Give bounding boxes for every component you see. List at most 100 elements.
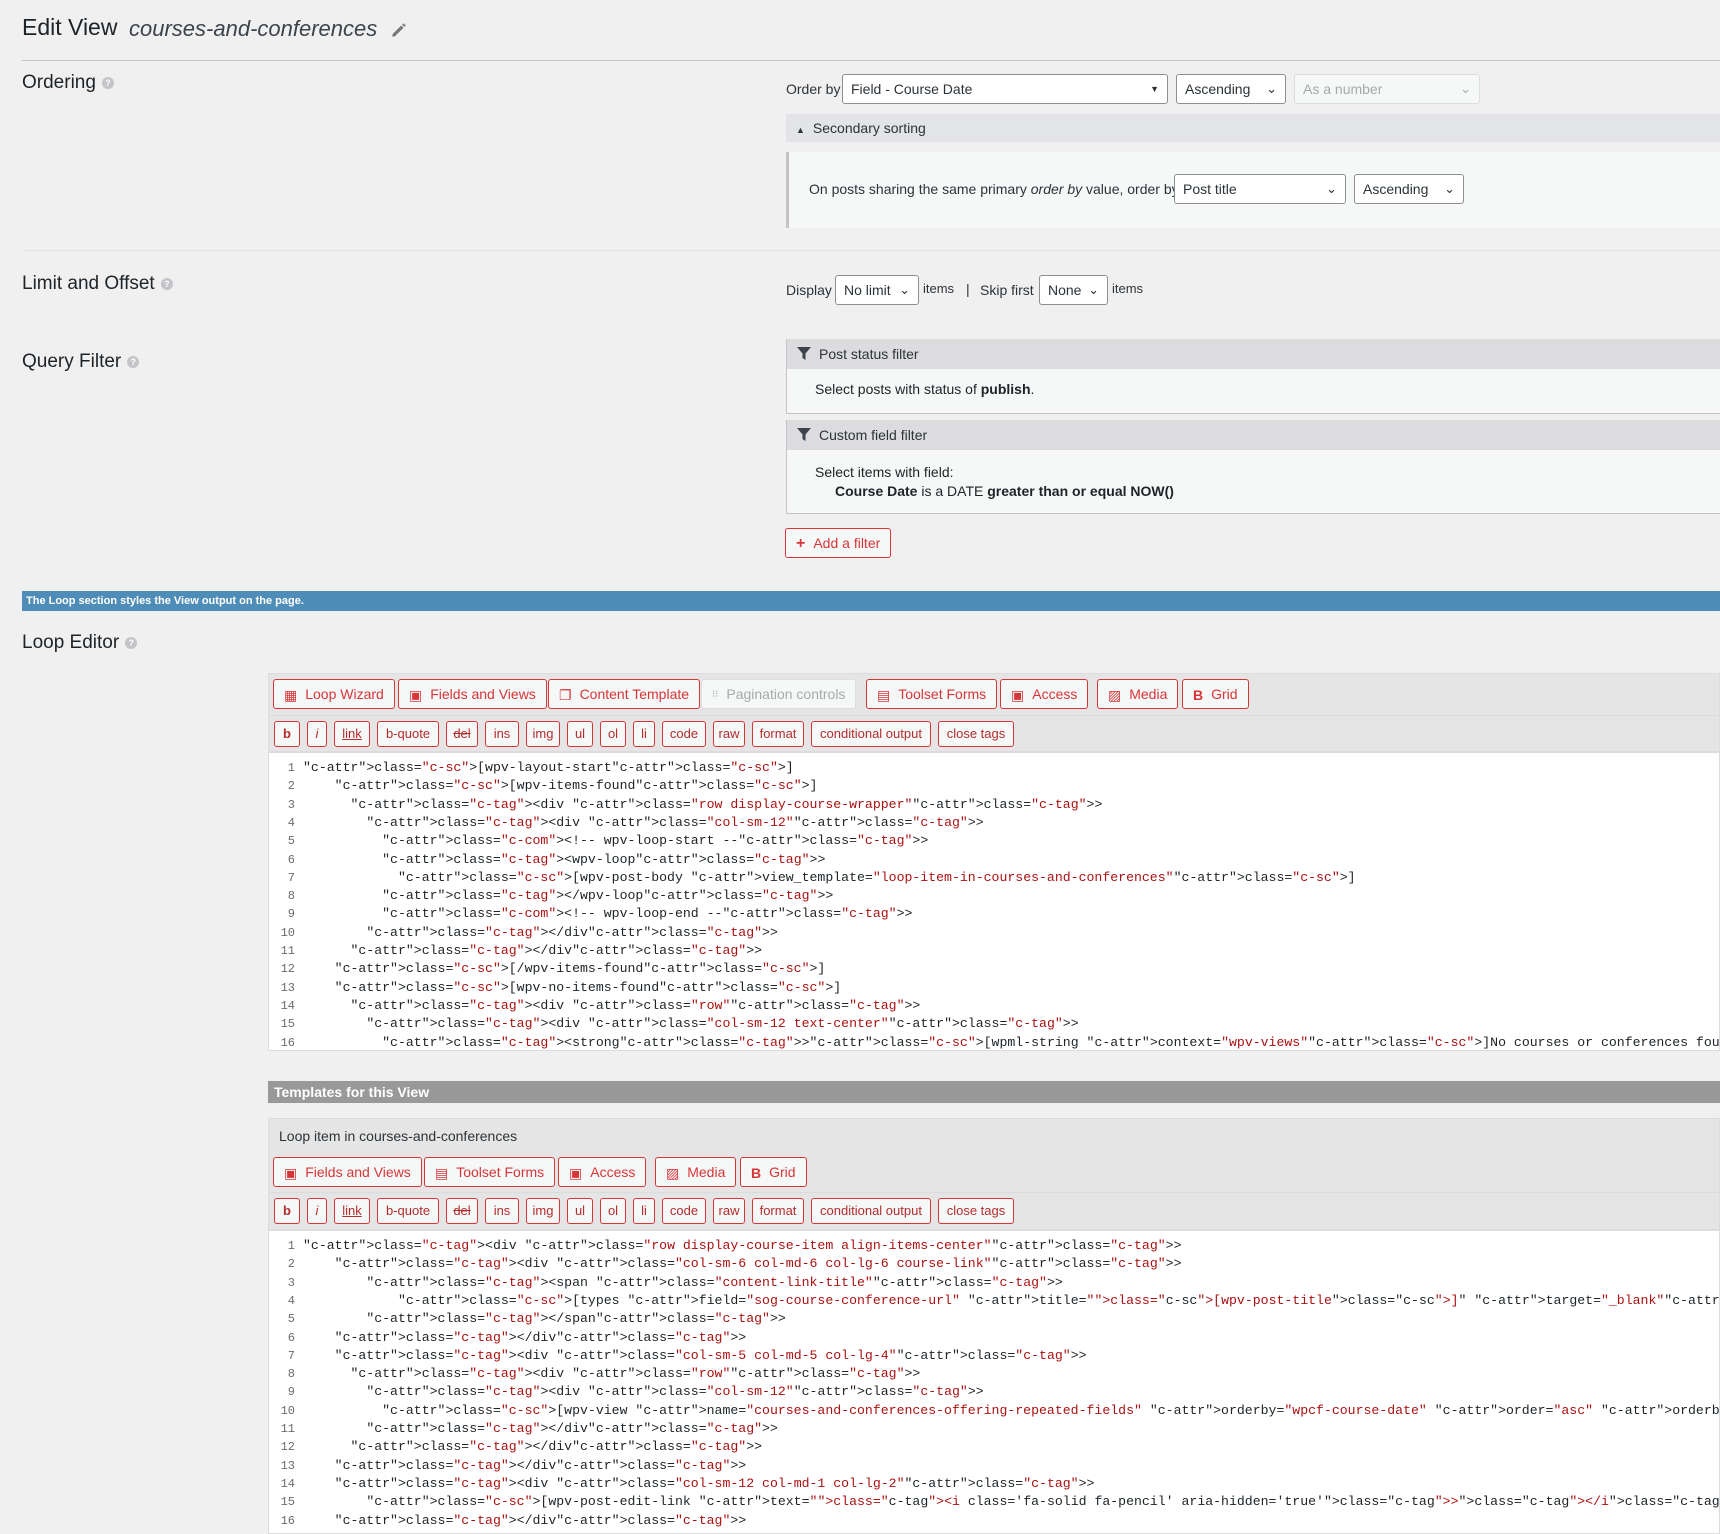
secondary-direction-select[interactable]: Ascending ⌄: [1354, 174, 1464, 204]
tag-button-img[interactable]: img: [526, 721, 560, 747]
fields-and-views-button[interactable]: ▣ Fields and Views: [273, 1157, 422, 1187]
btn-label: Fields and Views: [305, 1164, 411, 1180]
fields-and-views-button[interactable]: ▣ Fields and Views: [398, 679, 547, 709]
secondary-order-by-select[interactable]: Post title ⌄: [1174, 174, 1346, 204]
loop-code-editor[interactable]: 1 "c-attr">class="c-sc">[wpv-layout-start…: [268, 752, 1720, 1051]
tag-button-img[interactable]: img: [526, 1198, 560, 1224]
tag-button-link[interactable]: link: [334, 1198, 370, 1224]
tag-button-ins[interactable]: ins: [485, 1198, 519, 1224]
btn-label: Content Template: [579, 686, 690, 702]
tag-button-ins[interactable]: ins: [485, 721, 519, 747]
tag-button-raw[interactable]: raw: [713, 721, 745, 747]
chevron-down-icon: ⌄: [1326, 181, 1337, 196]
clipboard-icon: ❐: [559, 687, 572, 704]
toolset-forms-button[interactable]: ▤ Toolset Forms: [424, 1157, 556, 1187]
pencil-icon[interactable]: [390, 21, 408, 39]
tag-button-conditional-output[interactable]: conditional output: [811, 721, 931, 747]
code-text: "c-attr">class="c-sc">[types "c-attr">fi…: [397, 1292, 1720, 1308]
line-number: 11: [280, 1422, 295, 1436]
order-by-select[interactable]: Field - Course Date ▼: [842, 74, 1168, 104]
tag-button-ol[interactable]: ol: [600, 1198, 626, 1224]
order-by-value: Field - Course Date: [851, 81, 973, 97]
tag-button-ul[interactable]: ul: [567, 1198, 593, 1224]
post-status-filter-header[interactable]: Post status filter: [786, 339, 1720, 369]
pagination-icon: ⁝⁝: [712, 689, 719, 701]
line-number: 6: [287, 852, 295, 867]
line-number: 10: [280, 1403, 295, 1418]
btn-label: Loop Wizard: [305, 686, 384, 702]
tag-button-code[interactable]: code: [662, 1198, 706, 1224]
template-code-line: 2 "c-attr">class="c-tag"><div "c-attr">c…: [269, 1255, 1719, 1273]
tag-button-del[interactable]: del: [446, 721, 478, 747]
tag-button-close-tags[interactable]: close tags: [938, 721, 1014, 747]
tag-button-b[interactable]: b: [274, 1198, 300, 1224]
secondary-sorting-toggle[interactable]: ▲ Secondary sorting: [786, 114, 1720, 142]
custom-field-filter-header[interactable]: Custom field filter: [786, 420, 1720, 450]
tag-button-code[interactable]: code: [662, 721, 706, 747]
secondary-text-2: value, order by: [1082, 181, 1179, 197]
custom-field-name: Course Date: [835, 483, 918, 499]
post-status-text: Select posts with status of: [815, 381, 981, 397]
forms-icon: ▤: [877, 687, 891, 704]
grid-button[interactable]: B Grid: [740, 1157, 807, 1187]
tag-button-b[interactable]: b: [274, 721, 300, 747]
code-text: "c-attr">class="c-tag"><div "c-attr">cla…: [366, 1384, 984, 1400]
code-text: "c-attr">class="c-tag"></div"c-attr">cla…: [350, 1439, 763, 1455]
tag-button-b-quote[interactable]: b-quote: [377, 1198, 439, 1224]
media-button[interactable]: ▨ Media: [1097, 679, 1179, 709]
order-by-label: Order by: [786, 81, 841, 97]
tag-button-format[interactable]: format: [752, 721, 804, 747]
toolset-icon: ▣: [284, 1165, 298, 1182]
line-number: 15: [280, 1495, 295, 1510]
display-limit-select[interactable]: No limit ⌄: [835, 275, 919, 305]
order-as-select: As a number ⌄: [1294, 74, 1480, 104]
help-icon[interactable]: ?: [125, 636, 138, 649]
btn-label: Access: [1032, 686, 1078, 702]
skip-first-select[interactable]: None ⌄: [1039, 275, 1108, 305]
grid-button[interactable]: B Grid: [1182, 679, 1249, 709]
template-code-line: 16 "c-attr">class="c-tag"></div"c-attr">…: [269, 1512, 1719, 1530]
code-text: "c-attr">class="c-tag"></div"c-attr">cla…: [334, 1457, 747, 1473]
help-icon[interactable]: ?: [127, 355, 140, 368]
line-number: 1: [287, 1239, 295, 1253]
access-button[interactable]: ▣ Access: [1000, 679, 1089, 709]
order-direction-select[interactable]: Ascending ⌄: [1176, 74, 1286, 104]
loop-code-line: 10 "c-attr">class="c-tag"></div"c-attr">…: [269, 924, 1719, 942]
media-button[interactable]: ▨ Media: [655, 1157, 737, 1187]
access-button[interactable]: ▣ Access: [558, 1157, 647, 1187]
tag-button-link[interactable]: link: [334, 721, 370, 747]
tag-button-close-tags[interactable]: close tags: [938, 1198, 1014, 1224]
tag-button-b-quote[interactable]: b-quote: [377, 721, 439, 747]
line-number: 15: [280, 1017, 295, 1032]
tag-button-raw[interactable]: raw: [713, 1198, 745, 1224]
templates-bar: Templates for this View: [268, 1081, 1720, 1103]
line-number: 16: [280, 1513, 295, 1528]
custom-field-middle: is a DATE: [917, 483, 988, 499]
header-divider: [22, 60, 1720, 61]
tag-button-i[interactable]: i: [307, 1198, 327, 1224]
template-code-line: 8 "c-attr">class="c-tag"><div "c-attr">c…: [269, 1365, 1719, 1383]
order-direction-value: Ascending: [1185, 81, 1251, 97]
loop-wizard-button[interactable]: ▦ Loop Wizard: [273, 679, 395, 709]
content-template-button[interactable]: ❐ Content Template: [548, 679, 701, 709]
code-text: "c-attr">class="c-tag"><strong"c-attr">c…: [382, 1034, 1720, 1050]
line-number: 7: [287, 1348, 295, 1363]
section-divider: [22, 250, 1720, 251]
add-filter-button[interactable]: + Add a filter: [785, 528, 892, 558]
tag-button-li[interactable]: li: [633, 1198, 655, 1224]
tag-button-ol[interactable]: ol: [600, 721, 626, 747]
help-icon[interactable]: ?: [160, 277, 173, 290]
tag-button-del[interactable]: del: [446, 1198, 478, 1224]
loop-code-line: 6 "c-attr">class="c-tag"><wpv-loop"c-att…: [269, 851, 1719, 869]
template-code-editor[interactable]: 1 "c-attr">class="c-tag"><div "c-attr">cl…: [268, 1230, 1720, 1534]
toolset-forms-button[interactable]: ▤ Toolset Forms: [866, 679, 998, 709]
help-icon[interactable]: ?: [101, 76, 114, 89]
tag-button-i[interactable]: i: [307, 721, 327, 747]
tag-button-li[interactable]: li: [633, 721, 655, 747]
tag-button-conditional-output[interactable]: conditional output: [811, 1198, 931, 1224]
tag-button-format[interactable]: format: [752, 1198, 804, 1224]
code-text: "c-attr">class="c-tag"><wpv-loop"c-attr"…: [382, 851, 826, 867]
post-status-value: publish: [980, 381, 1031, 397]
template-tag-toolbar: b i link b-quote del ins img ul ol li code raw forma…: [268, 1193, 1720, 1230]
tag-button-ul[interactable]: ul: [567, 721, 593, 747]
